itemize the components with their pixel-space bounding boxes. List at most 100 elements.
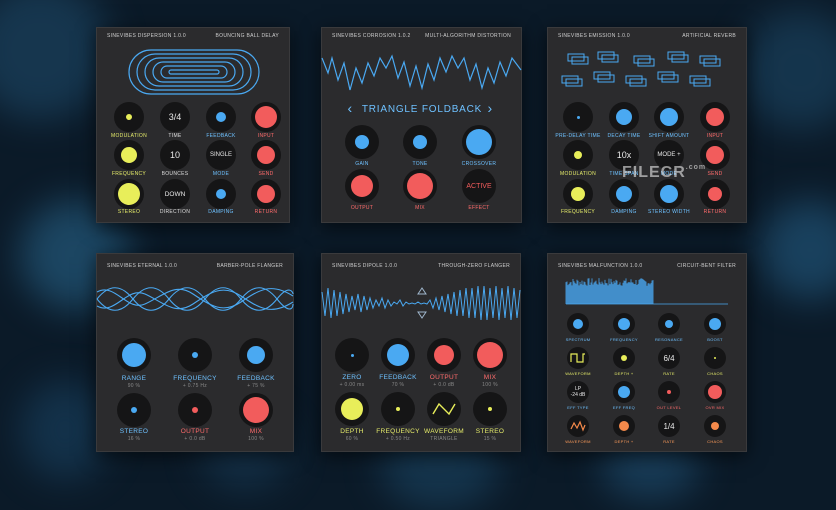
label-crossover: CROSSOVER [461, 161, 497, 167]
bounce-visualizer [128, 49, 260, 95]
effect-toggle[interactable]: ACTIVE [462, 169, 496, 203]
modulation-knob[interactable] [114, 102, 144, 132]
damping-knob[interactable] [206, 179, 236, 209]
dipole-plugin: SINEVIBES DIPOLE 1.0.0 THROUGH-ZERO FLANG… [321, 253, 521, 452]
label-depth: DEPTH 60 % [340, 428, 364, 442]
time-value: 3/4 [168, 112, 182, 122]
flanger-visualizer [321, 285, 521, 321]
label-stereo: STEREO 16 % [119, 428, 149, 442]
mix-knob[interactable] [239, 393, 273, 427]
label-depth-2: DEPTH + [614, 439, 634, 444]
rate-knob[interactable]: 6/4 [658, 347, 680, 369]
dispersion-plugin: SINEVIBES DISPERSION 1.0.0 BOUNCING BALL … [96, 27, 290, 223]
label-frequency: FREQUENCY + 0.75 Hz [173, 375, 217, 389]
label-chaos-2: CHAOS [707, 439, 723, 444]
tone-knob[interactable] [403, 125, 437, 159]
flanger-visualizer [96, 287, 294, 311]
eff-type-db: -24 dB [570, 392, 586, 398]
mode-knob[interactable]: SINGLE [206, 140, 236, 170]
label-waveform: WAVEFORM TRIANGLE [424, 428, 464, 442]
frequency-knob[interactable] [613, 313, 635, 335]
waveform-selector-2[interactable] [567, 415, 589, 437]
output-knob[interactable] [427, 338, 461, 372]
label-spectrum: SPECTRUM [565, 337, 591, 342]
modulation-knob[interactable] [563, 140, 593, 170]
zero-knob[interactable] [335, 338, 369, 372]
label-mix: MIX [415, 205, 425, 211]
boost-knob[interactable] [704, 313, 726, 335]
prev-algorithm-button[interactable]: ‹ [348, 100, 353, 116]
feedback-knob[interactable] [206, 102, 236, 132]
pre-delay-knob[interactable] [563, 102, 593, 132]
label-resonance: RESONANCE [654, 337, 684, 342]
input-knob[interactable] [700, 102, 730, 132]
ovr-mix-knob[interactable] [704, 381, 726, 403]
eff-freq-knob[interactable] [613, 381, 635, 403]
label-decay-time: DECAY TIME [607, 133, 641, 139]
input-knob[interactable] [251, 102, 281, 132]
feedback-knob[interactable] [381, 338, 415, 372]
stereo-width-knob[interactable] [654, 179, 684, 209]
depth-knob-2[interactable] [613, 415, 635, 437]
chaos-knob[interactable] [704, 347, 726, 369]
crossover-knob[interactable] [462, 125, 496, 159]
send-knob[interactable] [251, 140, 281, 170]
label-frequency: FREQUENCY + 0.50 Hz [376, 428, 420, 442]
eff-type-selector[interactable]: LP -24 dB [567, 381, 589, 403]
feedback-knob[interactable] [239, 338, 273, 372]
label-damping: DAMPING [208, 209, 234, 215]
direction-knob[interactable]: DOWN [160, 179, 190, 209]
waveform-selector[interactable] [427, 392, 461, 426]
frequency-knob[interactable] [178, 338, 212, 372]
label-output: OUTPUT + 0.0 dB [429, 374, 459, 388]
out-level-knob[interactable] [658, 381, 680, 403]
stereo-knob[interactable] [114, 179, 144, 209]
return-knob[interactable] [700, 179, 730, 209]
bounces-knob[interactable]: 10 [160, 140, 190, 170]
next-algorithm-button[interactable]: › [488, 100, 493, 116]
label-mix: MIX 100 % [482, 374, 498, 388]
shift-amount-knob[interactable] [654, 102, 684, 132]
gain-knob[interactable] [345, 125, 379, 159]
depth-knob[interactable] [335, 392, 369, 426]
label-eff-freq: EFF FREQ [612, 405, 636, 410]
mix-knob[interactable] [403, 169, 437, 203]
label-stereo: STEREO [117, 209, 141, 215]
effect-value: ACTIVE [466, 182, 492, 190]
decay-time-knob[interactable] [609, 102, 639, 132]
chaos-knob-2[interactable] [704, 415, 726, 437]
label-pre-delay: PRE-DELAY TIME [555, 133, 601, 139]
label-feedback: FEEDBACK + 75 % [237, 375, 275, 389]
depth-knob[interactable] [613, 347, 635, 369]
rate-value-2: 1/4 [663, 421, 675, 431]
label-out-level: OUT LEVEL [656, 405, 682, 410]
mix-knob[interactable] [473, 338, 507, 372]
label-ovr-mix: OVR MIX [705, 405, 725, 410]
output-knob[interactable] [345, 169, 379, 203]
frequency-knob[interactable] [381, 392, 415, 426]
label-chaos: CHAOS [707, 371, 723, 376]
label-input: INPUT [257, 133, 275, 139]
label-rate: RATE [663, 371, 675, 376]
triangle-wave-icon [432, 402, 456, 416]
label-range: RANGE 90 % [121, 375, 147, 389]
return-knob[interactable] [251, 179, 281, 209]
watermark-text: FILECR [622, 164, 686, 181]
spectrum-knob[interactable] [567, 313, 589, 335]
label-direction: DIRECTION [159, 209, 191, 215]
rate-knob-2[interactable]: 1/4 [658, 415, 680, 437]
waveform-selector[interactable] [567, 347, 589, 369]
label-modulation: MODULATION [560, 171, 596, 177]
resonance-knob[interactable] [658, 313, 680, 335]
eternal-plugin: SINEVIBES ETERNAL 1.0.0 BARBER-POLE FLANG… [96, 253, 294, 452]
output-knob[interactable] [178, 393, 212, 427]
frequency-knob[interactable] [563, 179, 593, 209]
time-knob[interactable]: 3/4 [160, 102, 190, 132]
range-knob[interactable] [117, 338, 151, 372]
frequency-knob[interactable] [114, 140, 144, 170]
stereo-knob[interactable] [473, 392, 507, 426]
label-shift-amount: SHIFT AMOUNT [648, 133, 690, 139]
damping-knob[interactable] [609, 179, 639, 209]
label-frequency: FREQUENCY [610, 337, 638, 342]
stereo-knob[interactable] [117, 393, 151, 427]
